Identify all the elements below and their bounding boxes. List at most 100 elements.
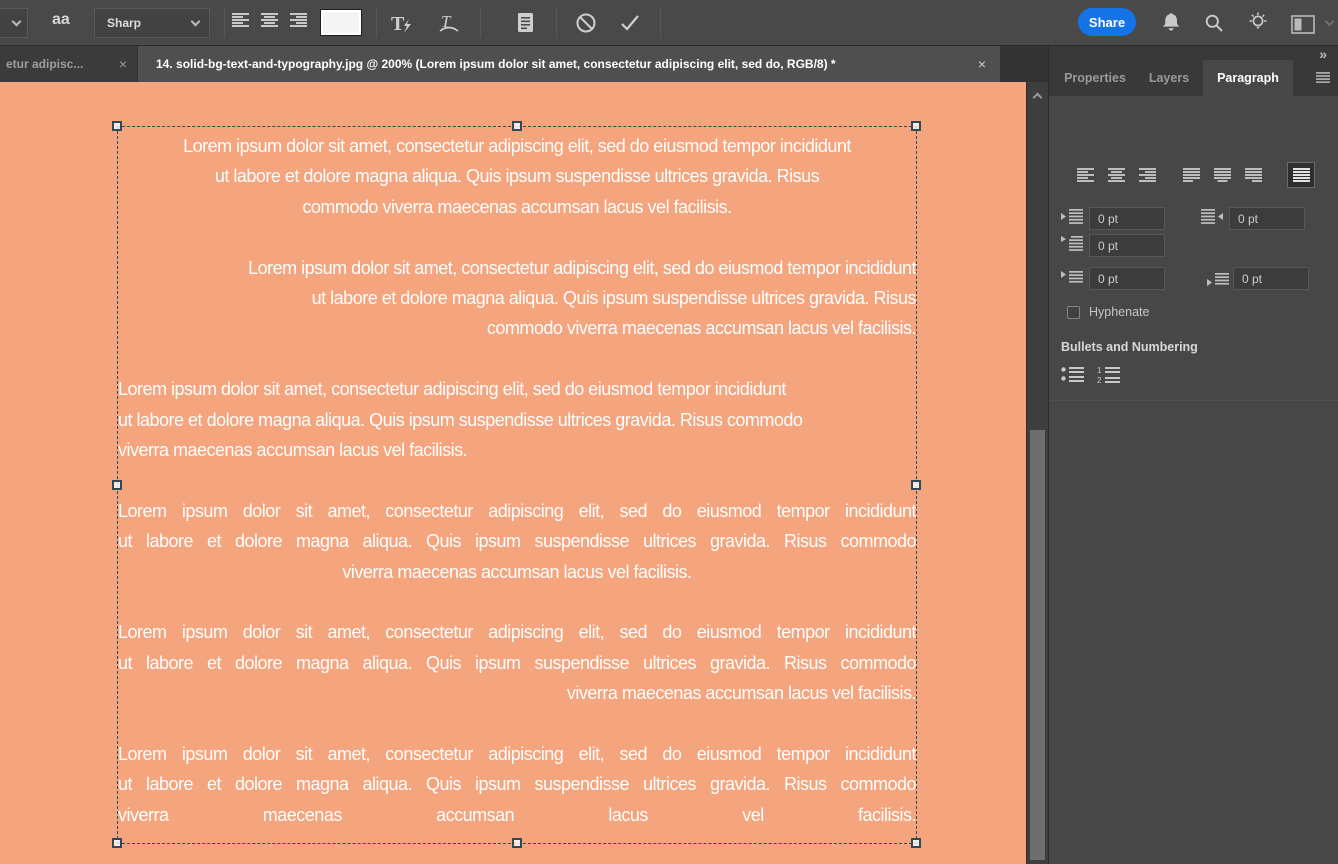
share-button[interactable]: Share — [1078, 8, 1136, 36]
chevron-down-icon — [190, 16, 201, 27]
text-line: Lorem ipsum dolor sit amet, consectetur … — [118, 744, 917, 765]
warp-text-button[interactable]: T — [434, 10, 464, 36]
indent-first-line-field[interactable]: 0 pt — [1089, 234, 1165, 257]
tab-properties[interactable]: Properties — [1055, 60, 1135, 96]
align-left-icon — [1076, 168, 1094, 182]
transform-handle-bottom-right[interactable] — [911, 838, 921, 848]
tab-label: Paragraph — [1217, 71, 1279, 85]
indent-right-field[interactable]: 0 pt — [1229, 207, 1305, 230]
separator — [556, 8, 557, 38]
font-size-dropdown[interactable] — [0, 8, 28, 38]
tab-layers[interactable]: Layers — [1137, 60, 1201, 96]
document-tab-label: etur adipisc... — [6, 57, 84, 71]
transform-handle-mid-right[interactable] — [911, 480, 921, 490]
checkmark-icon — [621, 15, 639, 31]
canvas-scrollbar-track[interactable] — [1026, 82, 1048, 864]
hamburger-icon — [1316, 72, 1330, 84]
align-center-button[interactable] — [261, 13, 278, 27]
align-right-icon — [290, 13, 307, 27]
document-tab-background[interactable]: etur adipisc... × — [0, 46, 137, 82]
justify-last-right-icon — [1244, 168, 1262, 182]
panel-menu-button[interactable] — [1316, 70, 1330, 88]
close-icon[interactable]: × — [978, 56, 986, 72]
svg-text:1: 1 — [1097, 366, 1102, 375]
transform-handle-top-right[interactable] — [911, 121, 921, 131]
notifications-button[interactable] — [1158, 10, 1184, 36]
align-right-icon — [1138, 168, 1156, 182]
transform-handle-bottom-center[interactable] — [512, 838, 522, 848]
numbered-list-icon: 12 — [1097, 366, 1120, 385]
scroll-up-icon[interactable] — [1032, 92, 1043, 103]
justify-all-button[interactable] — [1287, 162, 1315, 188]
chevron-down-icon[interactable] — [1324, 16, 1335, 27]
text-line: Lorem ipsum dolor sit amet, consectetur … — [118, 500, 917, 521]
canvas[interactable]: Lorem ipsum dolor sit amet, consectetur … — [0, 82, 1026, 864]
anti-alias-dropdown[interactable]: Sharp — [94, 8, 210, 38]
indent-left-field[interactable]: 0 pt — [1089, 207, 1165, 230]
align-right-button[interactable] — [290, 13, 307, 27]
workspace-icon — [1291, 14, 1315, 34]
justify-last-right-button[interactable] — [1239, 162, 1267, 188]
space-before-field[interactable]: 0 pt — [1089, 267, 1165, 290]
close-icon[interactable]: × — [119, 56, 127, 72]
transform-handle-bottom-left[interactable] — [112, 838, 122, 848]
document-tab-bar: etur adipisc... × 14. solid-bg-text-and-… — [0, 46, 1048, 82]
commit-edits-button[interactable] — [616, 10, 644, 36]
separator — [376, 8, 377, 38]
text-line: Lorem ipsum dolor sit amet, consectetur … — [118, 379, 786, 400]
paragraph-align-center-button[interactable] — [1102, 162, 1130, 188]
paragraph-panel-content: 0 pt 0 pt 0 pt 0 pt 0 pt Hyphenate Bulle… — [1049, 96, 1338, 864]
transform-handle-mid-left[interactable] — [112, 480, 122, 490]
transform-handle-top-left[interactable] — [112, 121, 122, 131]
text-line: ut labore et dolore magna aliqua. Quis i… — [311, 288, 917, 309]
justify-last-left-button[interactable] — [1177, 162, 1205, 188]
toggle-panels-button[interactable] — [512, 10, 540, 36]
tab-paragraph[interactable]: Paragraph — [1203, 60, 1293, 96]
paragraph-align-right-button[interactable] — [1133, 162, 1161, 188]
scrollbar-thumb[interactable] — [1030, 430, 1045, 860]
text-color-swatch[interactable] — [320, 9, 362, 36]
transform-handle-top-center[interactable] — [512, 121, 522, 131]
field-value: 0 pt — [1242, 271, 1263, 286]
paragraph-align-left-button[interactable] — [1071, 162, 1099, 188]
space-after-field[interactable]: 0 pt — [1233, 267, 1309, 290]
justify-last-center-button[interactable] — [1208, 162, 1236, 188]
space-before-icon — [1061, 269, 1083, 290]
paragraph-justify-last-center: Lorem ipsum dolor sit amet, consectetur … — [118, 496, 917, 587]
text-line: Lorem ipsum dolor sit amet, consectetur … — [248, 257, 916, 278]
paragraph-justify-all: Lorem ipsum dolor sit amet, consectetur … — [118, 739, 917, 830]
expand-panels-icon[interactable]: » — [1319, 46, 1327, 62]
text-line: viverra maecenas accumsan lacus vel faci… — [342, 561, 692, 582]
text-lightning-icon: T — [391, 13, 411, 35]
field-value: 0 pt — [1238, 211, 1259, 226]
field-value: 0 pt — [1098, 271, 1119, 286]
text-lightning-button[interactable]: T — [388, 10, 418, 36]
right-panel: » Properties Layers Paragraph 0 pt 0 pt … — [1048, 46, 1338, 864]
bell-icon — [1163, 13, 1180, 31]
text-line: commodo viverra maecenas accumsan lacus … — [302, 196, 732, 217]
align-center-icon — [1107, 168, 1125, 182]
svg-text:T: T — [391, 13, 405, 35]
text-frame[interactable]: Lorem ipsum dolor sit amet, consectetur … — [112, 121, 921, 848]
panel-divider — [1049, 400, 1338, 401]
svg-text:2: 2 — [1097, 376, 1102, 384]
text-line: viverra maecenas accumsan lacus vel faci… — [118, 804, 917, 825]
text-line: ut labore et dolore magna aliqua. Quis i… — [118, 531, 917, 552]
space-after-icon — [1207, 273, 1229, 291]
workspace-button[interactable] — [1290, 13, 1316, 35]
text-line: viverra maecenas accumsan lacus vel faci… — [566, 683, 917, 704]
discover-button[interactable] — [1244, 9, 1272, 37]
bullets-numbering-heading: Bullets and Numbering — [1061, 340, 1198, 354]
indent-left-icon — [1061, 209, 1083, 229]
search-button[interactable] — [1202, 11, 1226, 35]
bulleted-list-icon — [1061, 367, 1084, 382]
align-left-button[interactable] — [232, 13, 249, 27]
separator — [224, 8, 225, 38]
paragraph-right-aligned: Lorem ipsum dolor sit amet, consectetur … — [118, 253, 916, 344]
field-value: 0 pt — [1098, 211, 1119, 226]
hyphenate-checkbox[interactable] — [1067, 306, 1080, 319]
cancel-edits-button[interactable] — [572, 10, 600, 36]
document-tab-active[interactable]: 14. solid-bg-text-and-typography.jpg @ 2… — [138, 46, 1000, 82]
numbered-list-button[interactable]: 12 — [1097, 366, 1121, 389]
bulleted-list-button[interactable] — [1061, 366, 1085, 388]
